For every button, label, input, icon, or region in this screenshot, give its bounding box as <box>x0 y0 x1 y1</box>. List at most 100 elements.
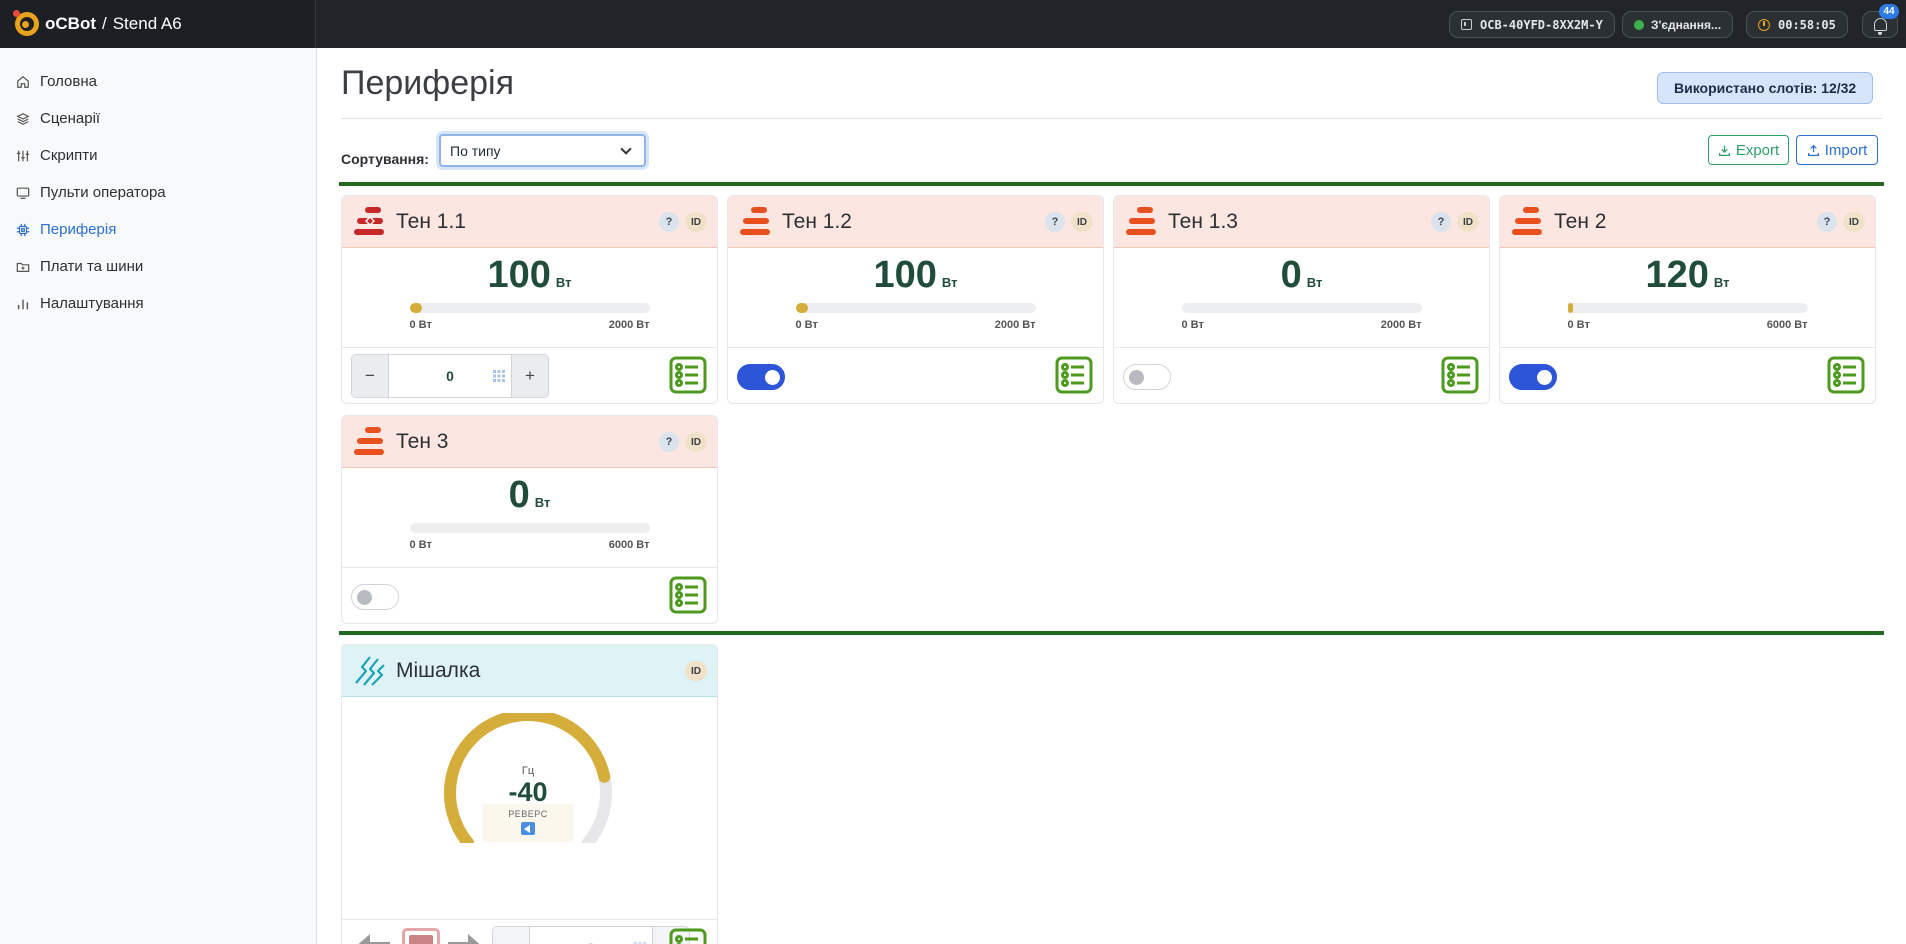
sort-select[interactable]: По типу <box>439 134 646 167</box>
brand-logo-icon <box>13 10 39 36</box>
help-button[interactable]: ? <box>659 212 679 232</box>
sidebar-item-label: Скрипти <box>40 147 98 164</box>
sidebar-item-settings[interactable]: Налаштування <box>0 285 316 322</box>
id-button[interactable]: ID <box>1071 212 1093 232</box>
power-bar-labels: 0 Вт 6000 Вт <box>410 539 650 551</box>
power-unit: Вт <box>534 495 551 510</box>
upload-icon <box>1807 144 1819 156</box>
card-footer <box>1500 347 1875 403</box>
session-timer: 00:58:05 <box>1778 17 1836 32</box>
power-toggle[interactable] <box>1509 364 1557 390</box>
increment-button[interactable]: + <box>512 355 548 397</box>
title-divider <box>341 118 1882 119</box>
arrow-left-icon[interactable] <box>352 928 392 944</box>
sidebar-item-label: Пульти оператора <box>40 184 166 201</box>
power-bar-labels: 0 Вт 2000 Вт <box>410 319 650 331</box>
details-list-icon[interactable] <box>1055 356 1093 394</box>
sidebar-item-peripherals[interactable]: Периферія <box>0 211 316 248</box>
timer-pill[interactable]: 00:58:05 <box>1746 11 1848 38</box>
stepper-input[interactable]: 0 <box>529 927 653 944</box>
sidebar-item-operator-panels[interactable]: Пульти оператора <box>0 174 316 211</box>
details-list-icon[interactable] <box>669 576 707 614</box>
export-button[interactable]: Export <box>1708 135 1789 165</box>
layers-icon <box>16 112 30 126</box>
frequency-stepper[interactable]: − 0 + <box>492 926 690 944</box>
card-title: Тен 2 <box>1554 209 1607 233</box>
export-label: Export <box>1735 141 1780 159</box>
frequency-gauge: Гц -40 РЕВЕРС <box>438 709 618 850</box>
heater-icon <box>1512 206 1542 235</box>
mixers-group-divider <box>339 631 1884 635</box>
power-bar-fill <box>1567 303 1573 313</box>
power-max-label: 6000 Вт <box>608 539 650 551</box>
power-value: 100 <box>873 254 937 296</box>
sidebar-item-boards[interactable]: Плати та шини <box>0 248 316 285</box>
stop-button[interactable] <box>402 928 440 944</box>
power-unit: Вт <box>1713 275 1730 290</box>
heater-card: Тен 1.2 ? ID 100 Вт 0 Вт 2000 Вт <box>727 195 1104 404</box>
power-bar <box>795 303 1036 313</box>
id-button[interactable]: ID <box>1843 212 1865 232</box>
sidebar-item-label: Сценарії <box>40 110 101 127</box>
bell-icon <box>1873 18 1887 35</box>
card-header: Тен 1.3 ? ID <box>1114 196 1489 248</box>
power-min-label: 0 Вт <box>1181 319 1204 331</box>
id-button[interactable]: ID <box>685 661 707 681</box>
power-max-label: 6000 Вт <box>1766 319 1808 331</box>
power-readout: 0 Вт <box>342 474 717 517</box>
sidebar: Головна Сценарії Скрипти Пульти оператор… <box>0 48 317 944</box>
slots-usage-badge: Використано слотів: 12/32 <box>1657 72 1874 104</box>
gauge-unit: Гц <box>521 765 535 777</box>
help-button[interactable]: ? <box>1045 212 1065 232</box>
power-value: 120 <box>1645 254 1709 296</box>
download-icon <box>1718 145 1730 156</box>
card-header: Мішалка ID <box>342 645 717 697</box>
connection-status: З'єднання... <box>1651 17 1722 32</box>
help-button[interactable]: ? <box>659 432 679 452</box>
details-list-icon[interactable] <box>1441 356 1479 394</box>
sidebar-item-label: Периферія <box>40 221 117 238</box>
connection-pill[interactable]: З'єднання... <box>1622 11 1734 38</box>
stepper-input[interactable]: 0 <box>388 355 512 397</box>
power-unit: Вт <box>941 275 958 290</box>
id-button[interactable]: ID <box>685 212 707 232</box>
power-max-label: 2000 Вт <box>608 319 650 331</box>
decrement-button[interactable]: − <box>352 355 388 397</box>
power-readout: 100 Вт <box>728 254 1103 297</box>
arrow-right-icon[interactable] <box>446 928 486 944</box>
help-button[interactable]: ? <box>1817 212 1837 232</box>
power-bar <box>409 303 650 313</box>
sidebar-item-scripts[interactable]: Скрипти <box>0 137 316 174</box>
brand-separator: / <box>101 14 107 33</box>
sidebar-item-scenarios[interactable]: Сценарії <box>0 100 316 137</box>
sidebar-item-label: Головна <box>40 73 97 90</box>
id-button[interactable]: ID <box>1457 212 1479 232</box>
details-list-icon[interactable] <box>669 356 707 394</box>
mixer-icon <box>355 655 385 686</box>
card-title: Тен 1.1 <box>396 209 466 233</box>
main-content: Периферія Використано слотів: 12/32 Сорт… <box>317 48 1906 944</box>
brand[interactable]: oCBot / Stend A6 <box>0 0 316 48</box>
heater-card: Тен 2 ? ID 120 Вт 0 Вт 6000 Вт <box>1499 195 1876 404</box>
help-button[interactable]: ? <box>1431 212 1451 232</box>
toggle-knob <box>1129 370 1144 385</box>
power-toggle[interactable] <box>1123 364 1171 390</box>
id-button[interactable]: ID <box>685 432 707 452</box>
sidebar-item-home[interactable]: Головна <box>0 63 316 100</box>
decrement-button[interactable]: − <box>493 927 529 944</box>
power-stepper[interactable]: − 0 + <box>351 354 549 398</box>
keypad-icon[interactable] <box>493 370 505 382</box>
power-toggle[interactable] <box>351 584 399 610</box>
import-button[interactable]: Import <box>1796 135 1878 165</box>
details-list-icon[interactable] <box>1827 356 1865 394</box>
device-id-pill[interactable]: OCB-40YFD-8XX2M-Y <box>1449 11 1615 38</box>
power-toggle[interactable] <box>737 364 785 390</box>
power-bar-labels: 0 Вт 2000 Вт <box>1182 319 1422 331</box>
power-min-label: 0 Вт <box>409 319 432 331</box>
heater-card: Тен 1.3 ? ID 0 Вт 0 Вт 2000 Вт <box>1113 195 1490 404</box>
top-bar: oCBot / Stend A6 OCB-40YFD-8XX2M-Y З'єдн… <box>0 0 1906 48</box>
card-title: Тен 1.3 <box>1168 209 1238 233</box>
heater-icon <box>354 426 384 455</box>
details-list-icon[interactable] <box>669 928 707 944</box>
card-title: Мішалка <box>396 658 481 682</box>
